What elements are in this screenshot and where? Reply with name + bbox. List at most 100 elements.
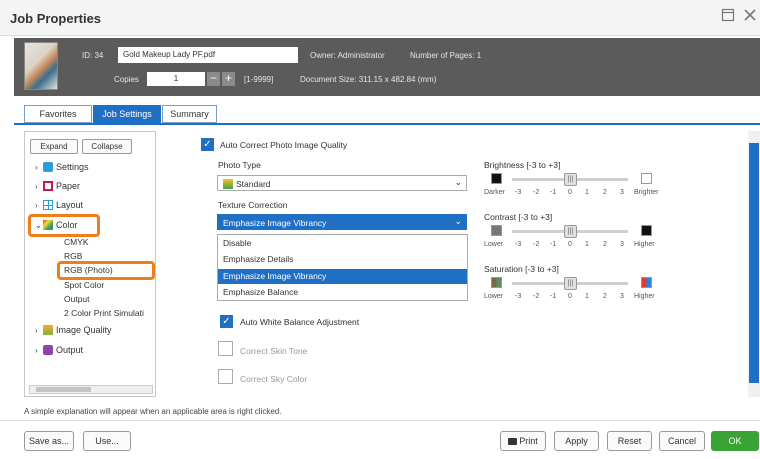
- settings-icon: [43, 162, 53, 172]
- copies-label: Copies: [114, 75, 139, 84]
- tree-horizontal-scrollbar[interactable]: [29, 385, 153, 394]
- brightness-slider-thumb[interactable]: |||: [564, 173, 577, 186]
- ok-button[interactable]: OK: [711, 431, 759, 451]
- brightness-tick-label: -1: [550, 189, 557, 196]
- saturation-high-swatch: [641, 277, 652, 288]
- copies-input[interactable]: 1: [147, 72, 205, 86]
- color-icon: [43, 220, 53, 230]
- print-button[interactable]: Print: [500, 431, 546, 451]
- help-status-text: A simple explanation will appear when an…: [24, 407, 282, 416]
- saturation-slider-thumb[interactable]: |||: [564, 277, 577, 290]
- option-emphasize-details[interactable]: Emphasize Details: [218, 252, 467, 267]
- expand-button[interactable]: Expand: [30, 139, 78, 154]
- contrast-tick-label: 3: [620, 241, 624, 248]
- title-bar: [0, 0, 760, 36]
- tab-underline: [14, 123, 760, 125]
- saturation-tick-label: 3: [620, 293, 624, 300]
- contrast-tick-label: 1: [585, 241, 589, 248]
- tree-item-color[interactable]: ⌄ Color: [35, 220, 78, 230]
- brightness-label: Brightness [-3 to +3]: [484, 160, 561, 170]
- tree-sub-cmyk[interactable]: CMYK: [64, 237, 89, 247]
- vertical-scrollbar-thumb[interactable]: [749, 143, 759, 383]
- tree-sub-2-color-print[interactable]: 2 Color Print Simulati: [64, 308, 154, 318]
- bottom-divider: [0, 420, 760, 421]
- printer-icon: [508, 438, 518, 445]
- output-icon: [43, 345, 53, 355]
- contrast-label: Contrast [-3 to +3]: [484, 212, 553, 222]
- saturation-label: Saturation [-3 to +3]: [484, 264, 559, 274]
- chevron-down-icon: ⌄: [454, 216, 462, 226]
- apply-button[interactable]: Apply: [554, 431, 599, 451]
- contrast-high-swatch: [641, 225, 652, 236]
- photo-type-label: Photo Type: [218, 160, 261, 170]
- save-as-button[interactable]: Save as...: [24, 431, 74, 451]
- tree-item-settings[interactable]: › Settings: [35, 162, 89, 172]
- tree-item-image-quality[interactable]: › Image Quality: [35, 325, 112, 335]
- image-quality-icon: [43, 325, 53, 335]
- contrast-tick-label: -1: [550, 241, 557, 248]
- tab-summary[interactable]: Summary: [162, 105, 217, 123]
- cancel-button[interactable]: Cancel: [659, 431, 705, 451]
- reset-button[interactable]: Reset: [607, 431, 652, 451]
- brightness-high-swatch: [641, 173, 652, 184]
- brightness-tick-label: 0: [568, 189, 572, 196]
- brightness-low-swatch: [491, 173, 502, 184]
- saturation-low-swatch: [491, 277, 502, 288]
- option-disable[interactable]: Disable: [218, 236, 467, 251]
- contrast-tick-label: 0: [568, 241, 572, 248]
- tree-item-output[interactable]: › Output: [35, 345, 83, 355]
- auto-white-balance-label: Auto White Balance Adjustment: [240, 317, 360, 327]
- option-emphasize-vibrancy[interactable]: Emphasize Image Vibrancy: [218, 269, 467, 284]
- pages-label: Number of Pages: 1: [410, 51, 482, 60]
- contrast-slider-thumb[interactable]: |||: [564, 225, 577, 238]
- photo-icon: [223, 179, 233, 189]
- correct-skin-tone-checkbox[interactable]: [218, 341, 233, 356]
- tree-item-layout[interactable]: › Layout: [35, 200, 83, 210]
- tree-sub-output[interactable]: Output: [64, 294, 90, 304]
- chevron-down-icon: ⌄: [454, 177, 462, 187]
- contrast-tick-label: 2: [603, 241, 607, 248]
- saturation-tick-label: 1: [585, 293, 589, 300]
- tab-job-settings[interactable]: Job Settings: [93, 105, 161, 123]
- brightness-tick-label: 2: [603, 189, 607, 196]
- tree-sub-rgb-photo[interactable]: RGB (Photo): [64, 265, 113, 275]
- saturation-tick-label: -2: [533, 293, 540, 300]
- tree-sub-rgb[interactable]: RGB: [64, 251, 82, 261]
- job-info-band: ID: 34 Gold Makeup Lady PF.pdf Owner: Ad…: [14, 38, 760, 96]
- brightness-tick-label: 1: [585, 189, 589, 196]
- auto-white-balance-checkbox[interactable]: ✓: [220, 315, 233, 328]
- tree-item-paper[interactable]: › Paper: [35, 181, 80, 191]
- tab-favorites[interactable]: Favorites: [24, 105, 92, 123]
- paper-icon: [43, 181, 53, 191]
- brightness-tick-label: -3: [515, 189, 522, 196]
- contrast-low-label: Lower: [484, 241, 504, 248]
- document-name-field[interactable]: Gold Makeup Lady PF.pdf: [118, 47, 298, 63]
- maximize-icon[interactable]: [719, 8, 737, 26]
- correct-sky-color-checkbox[interactable]: [218, 369, 233, 384]
- document-size: Document Size: 311.15 x 482.84 (mm): [300, 75, 437, 84]
- copies-decrement-button[interactable]: −: [207, 72, 220, 86]
- brightness-high-label: Brighter: [634, 189, 659, 196]
- saturation-tick-label: 2: [603, 293, 607, 300]
- id-label: ID: 34: [82, 51, 104, 60]
- window-title: Job Properties: [10, 11, 102, 26]
- owner-label: Owner: Administrator: [310, 51, 385, 60]
- correct-skin-tone-label: Correct Skin Tone: [240, 346, 308, 356]
- auto-correct-label: Auto Correct Photo Image Quality: [220, 140, 348, 150]
- saturation-tick-label: -1: [550, 293, 557, 300]
- contrast-tick-label: -2: [533, 241, 540, 248]
- brightness-low-label: Darker: [484, 189, 506, 196]
- auto-correct-checkbox[interactable]: ✓: [201, 138, 214, 151]
- photo-type-select[interactable]: Standard ⌄: [217, 175, 467, 191]
- correct-sky-color-label: Correct Sky Color: [240, 374, 308, 384]
- texture-correction-select[interactable]: Emphasize Image Vibrancy ⌄: [217, 214, 467, 230]
- option-emphasize-balance[interactable]: Emphasize Balance: [218, 285, 467, 300]
- contrast-low-swatch: [491, 225, 502, 236]
- collapse-button[interactable]: Collapse: [82, 139, 132, 154]
- tree-sub-spot-color[interactable]: Spot Color: [64, 280, 104, 290]
- saturation-low-label: Lower: [484, 293, 504, 300]
- copies-increment-button[interactable]: +: [222, 72, 235, 86]
- close-icon[interactable]: [741, 8, 759, 26]
- contrast-tick-label: -3: [515, 241, 522, 248]
- use-button[interactable]: Use...: [83, 431, 131, 451]
